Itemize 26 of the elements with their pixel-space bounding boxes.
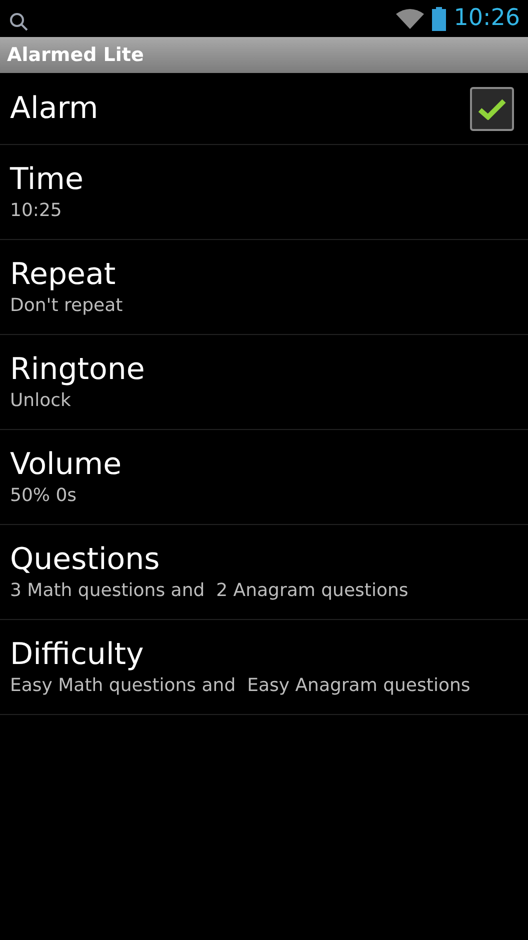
setting-summary: 50% 0s [10,484,78,508]
setting-item[interactable]: Questions 3 Math questions and 2 Anagram questions [0,525,528,620]
clock-time: 10:26 [454,7,520,30]
setting-summary: Easy Math questions and Easy Anagram questions [10,674,472,698]
app-title: Alarmed Lite [7,42,144,68]
wifi-icon [396,8,424,30]
setting-item[interactable]: Time 10:25 [0,145,528,240]
setting-title: Ringtone [10,351,146,389]
checkmark-icon [478,98,506,120]
setting-summary: 3 Math questions and 2 Anagram questions [10,579,410,603]
setting-title: Repeat [10,256,117,294]
setting-title: Volume [10,446,123,484]
setting-item[interactable]: Volume 50% 0s [0,430,528,525]
setting-title: Difficulty [10,636,145,674]
setting-item[interactable]: Ringtone Unlock [0,335,528,430]
search-icon [8,10,30,32]
checkbox[interactable] [470,86,514,130]
setting-summary: Unlock [10,389,72,413]
setting-title: Questions [10,541,161,579]
setting-summary: Don't repeat [10,294,124,318]
setting-item[interactable]: Difficulty Easy Math questions and Easy Anagram questions [0,620,528,715]
setting-title: Time [10,161,84,199]
setting-title: Alarm [10,90,100,128]
setting-summary: 10:25 [10,199,63,223]
setting-item[interactable]: Repeat Don't repeat [0,240,528,335]
battery-icon [432,6,446,30]
